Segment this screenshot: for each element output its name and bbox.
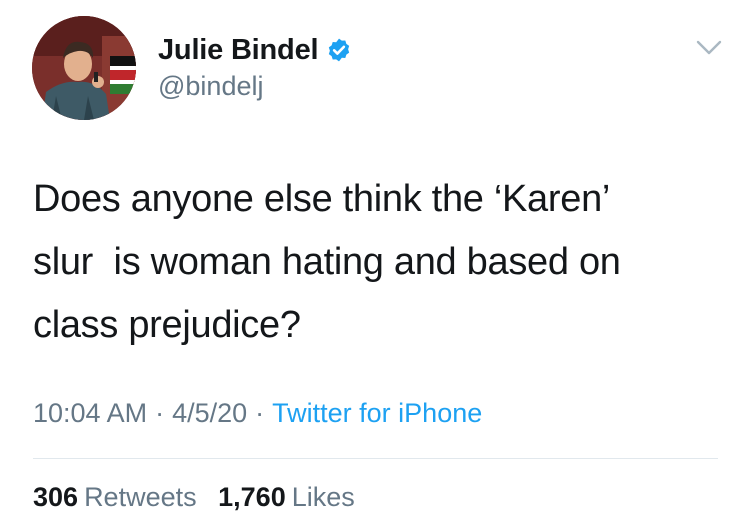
avatar[interactable] [32, 16, 136, 120]
name-row: Julie Bindel [158, 33, 352, 67]
tweet-text: Does anyone else think the ‘Karen’ slur … [33, 178, 621, 346]
likes-label: Likes [291, 482, 355, 512]
author-block: Julie Bindel @bindelj [158, 33, 352, 102]
profile-photo-image [32, 16, 136, 120]
divider [33, 458, 718, 459]
tweet-meta: 10:04 AM · 4/5/20 · Twitter for iPhone [33, 398, 482, 429]
display-name[interactable]: Julie Bindel [158, 34, 319, 67]
retweets-count: 306 [33, 482, 79, 512]
tweet-card: Julie Bindel @bindelj Does anyone else t… [0, 0, 750, 520]
tweet-date[interactable]: 4/5/20 [172, 398, 247, 428]
user-handle[interactable]: @bindelj [158, 71, 352, 102]
chevron-down-icon[interactable] [695, 38, 723, 58]
tweet-source-link[interactable]: Twitter for iPhone [272, 398, 482, 428]
engagement-stats: 306 Retweets 1,760 Likes [33, 482, 369, 513]
likes-count: 1,760 [218, 482, 286, 512]
verified-badge-icon [326, 37, 352, 63]
tweet-time[interactable]: 10:04 AM [33, 398, 147, 428]
retweets-stat[interactable]: 306 Retweets [33, 482, 197, 513]
meta-separator: · [155, 398, 165, 428]
likes-stat[interactable]: 1,760 Likes [218, 482, 355, 513]
meta-separator: · [255, 398, 265, 428]
retweets-label: Retweets [84, 482, 197, 512]
